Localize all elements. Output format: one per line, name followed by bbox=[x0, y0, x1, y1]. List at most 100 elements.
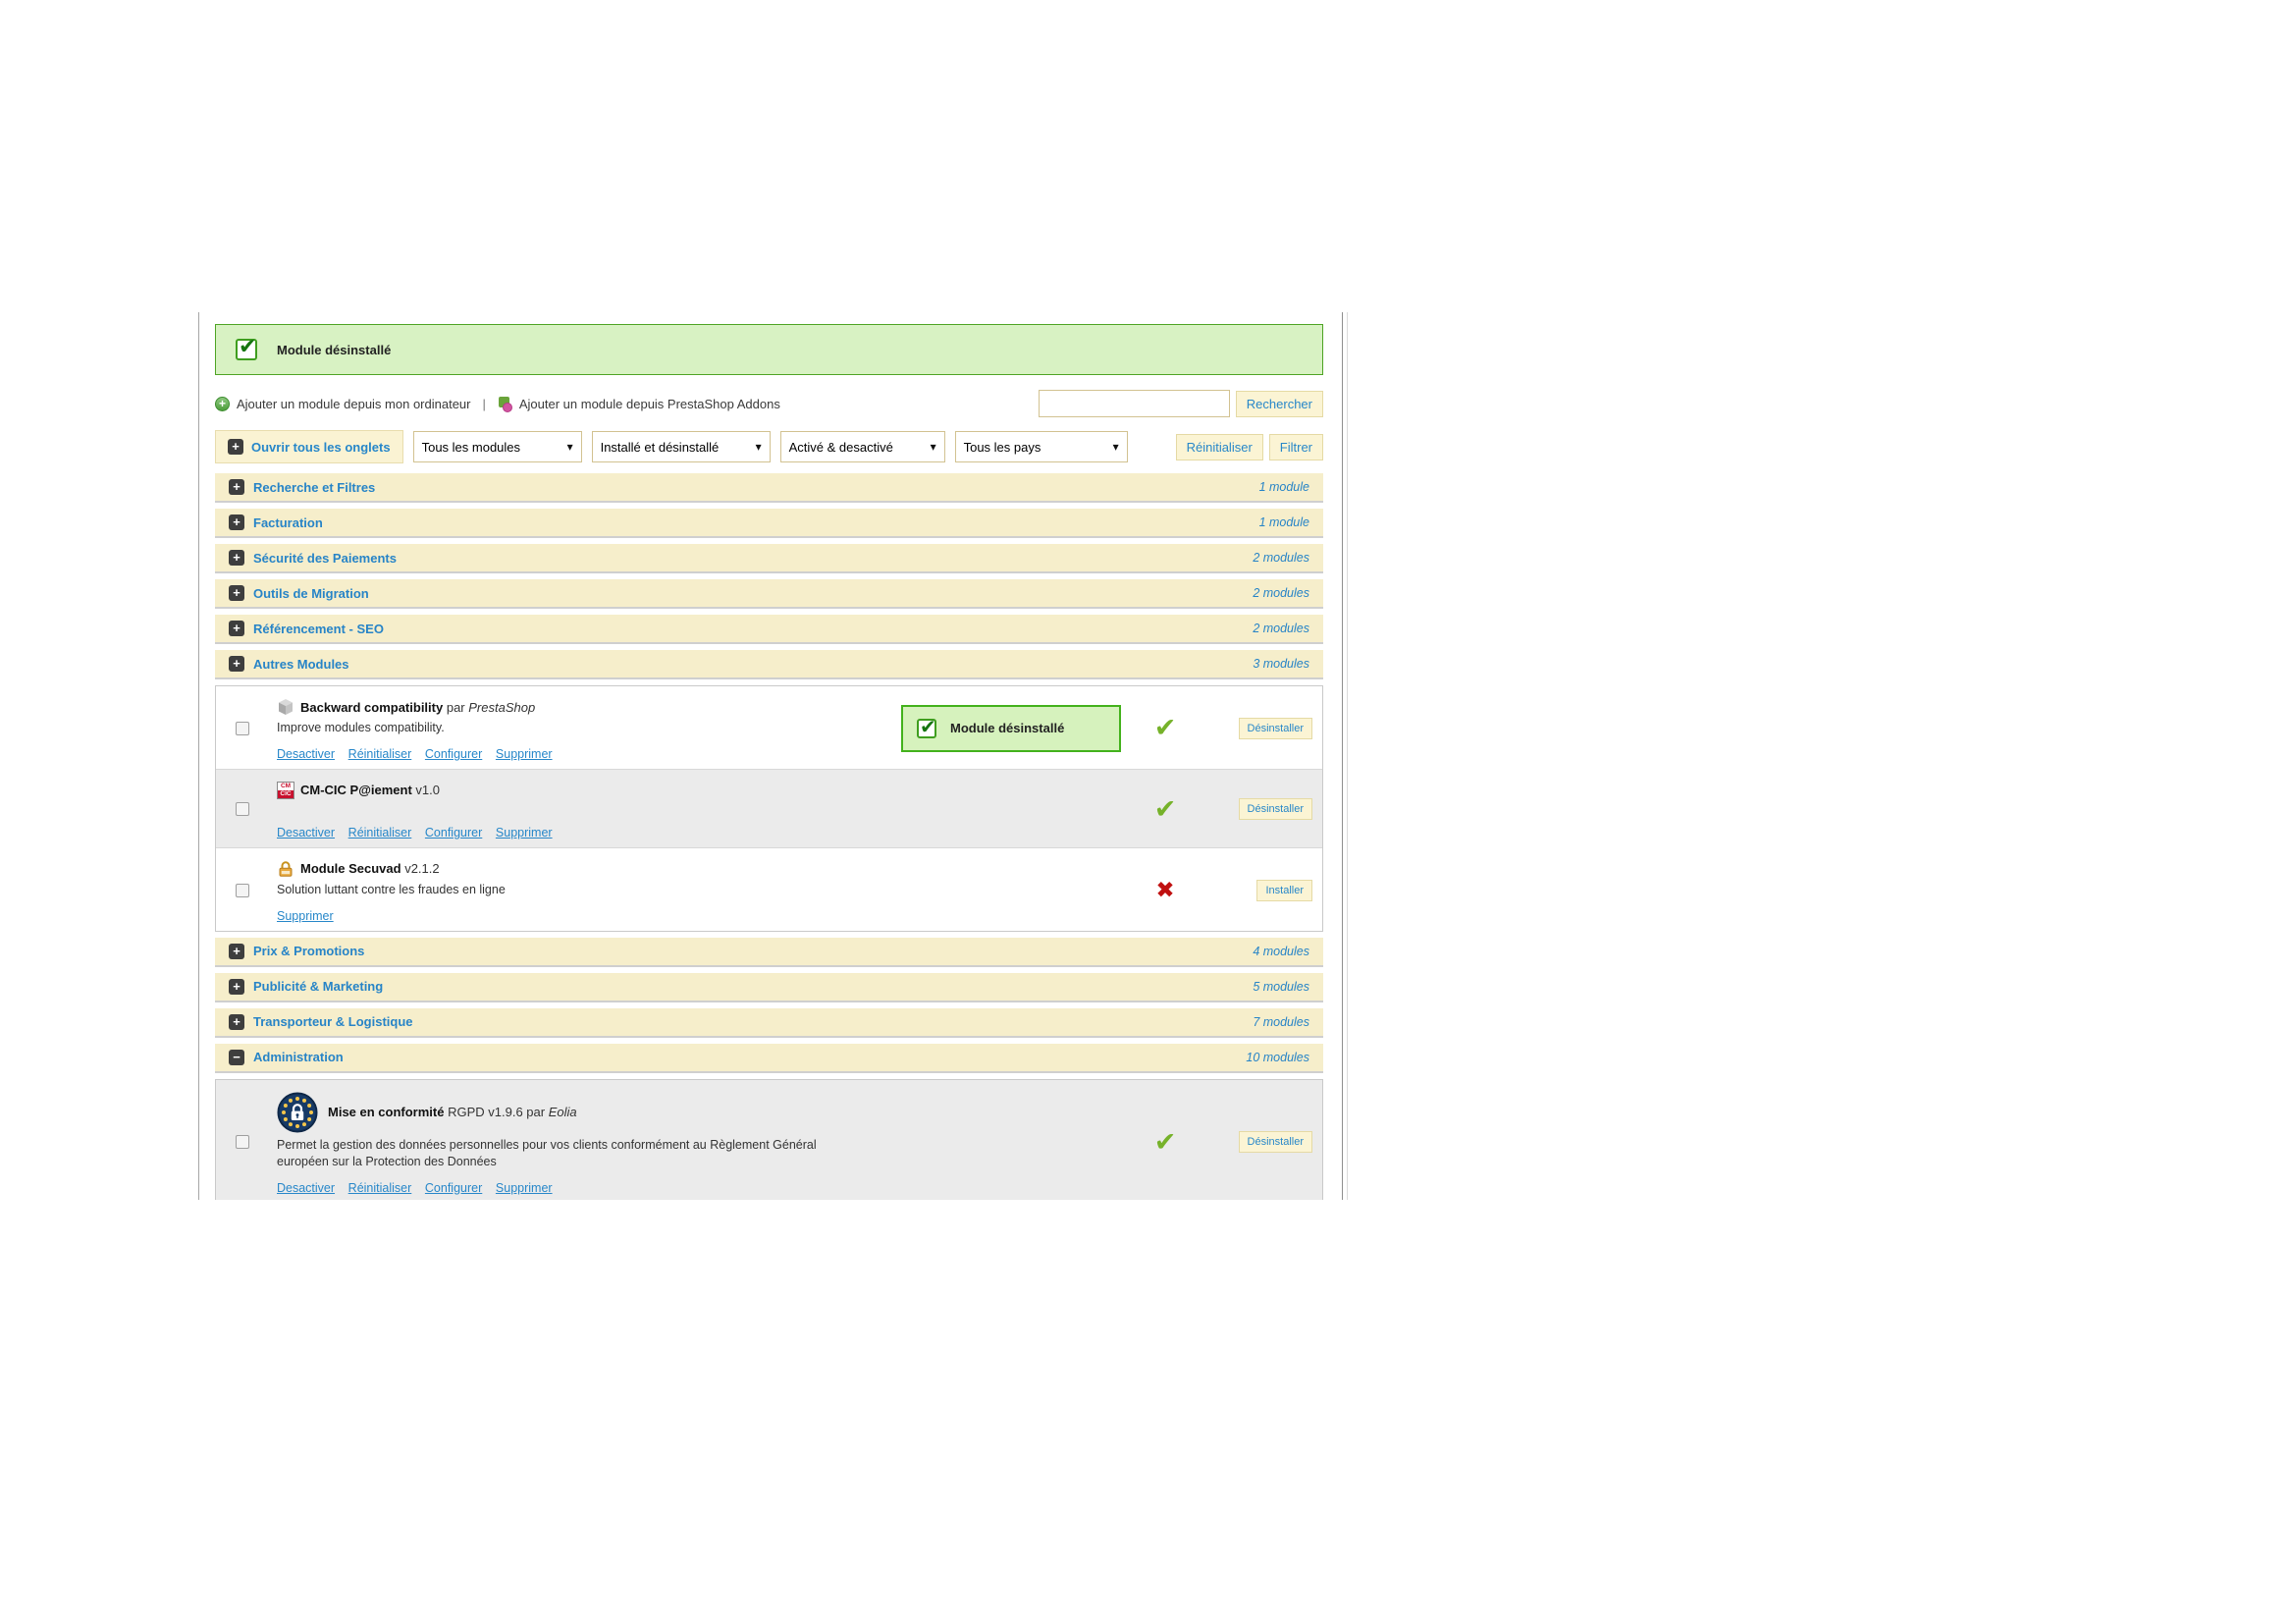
module-meta: par bbox=[446, 699, 465, 715]
collapse-icon[interactable] bbox=[229, 1049, 244, 1065]
configure-link[interactable]: Configurer bbox=[425, 1181, 482, 1195]
add-module-from-computer-link[interactable]: Ajouter un module depuis mon ordinateur bbox=[215, 396, 471, 411]
module-checkbox[interactable] bbox=[236, 1135, 249, 1150]
add-from-computer-label: Ajouter un module depuis mon ordinateur bbox=[237, 396, 471, 411]
padlock-icon bbox=[277, 860, 294, 878]
category-label[interactable]: Recherche et Filtres bbox=[253, 480, 375, 495]
module-group-administration: Mise en conformité RGPD v1.9.6 par Eolia… bbox=[215, 1078, 1323, 1200]
module-type-select[interactable]: Tous les modules bbox=[412, 431, 582, 462]
category-row-securite-des-paiements[interactable]: Sécurité des Paiements 2 modules bbox=[215, 544, 1323, 573]
reset-link[interactable]: Réinitialiser bbox=[348, 747, 412, 761]
module-description: Solution luttant contre les fraudes en l… bbox=[277, 882, 506, 896]
configure-link[interactable]: Configurer bbox=[425, 747, 482, 761]
uninstall-button[interactable]: Désinstaller bbox=[1238, 1131, 1312, 1154]
expand-icon[interactable] bbox=[229, 943, 244, 959]
category-label[interactable]: Transporteur & Logistique bbox=[253, 1014, 413, 1029]
module-uninstalled-alert: Module désinstallé bbox=[901, 704, 1121, 752]
separator: | bbox=[482, 396, 486, 411]
search-button[interactable]: Rechercher bbox=[1235, 390, 1323, 417]
expand-icon[interactable] bbox=[229, 1013, 244, 1030]
module-checkbox[interactable] bbox=[236, 721, 249, 735]
module-checkbox[interactable] bbox=[236, 802, 249, 817]
filter-button[interactable]: Filtrer bbox=[1268, 433, 1323, 460]
module-action-links: Desactiver Réinitialiser Configurer Supp… bbox=[277, 1170, 876, 1197]
reset-link[interactable]: Réinitialiser bbox=[348, 1181, 412, 1195]
expand-icon[interactable] bbox=[229, 479, 244, 495]
window-edge-line bbox=[1347, 312, 1348, 1200]
category-row-outils-de-migration[interactable]: Outils de Migration 2 modules bbox=[215, 579, 1323, 609]
module-name: Backward compatibility bbox=[300, 699, 444, 715]
open-all-tabs-button[interactable]: Ouvrir tous les onglets bbox=[215, 430, 403, 463]
category-label[interactable]: Outils de Migration bbox=[253, 586, 369, 601]
category-row-facturation[interactable]: Facturation 1 module bbox=[215, 509, 1323, 538]
install-button[interactable]: Installer bbox=[1256, 879, 1312, 901]
active-state-select[interactable]: Activé & desactivé bbox=[779, 431, 945, 462]
category-module-count: 1 module bbox=[1258, 480, 1309, 494]
expand-icon[interactable] bbox=[229, 621, 244, 636]
module-action-links: Supprimer bbox=[277, 898, 876, 925]
disable-link[interactable]: Desactiver bbox=[277, 747, 335, 761]
delete-link[interactable]: Supprimer bbox=[277, 909, 334, 923]
category-row-recherche-et-filtres[interactable]: Recherche et Filtres 1 module bbox=[215, 473, 1323, 503]
category-row-transporteur-logistique[interactable]: Transporteur & Logistique 7 modules bbox=[215, 1007, 1323, 1038]
category-label[interactable]: Facturation bbox=[253, 515, 323, 530]
category-module-count: 2 modules bbox=[1253, 586, 1309, 600]
delete-link[interactable]: Supprimer bbox=[496, 747, 553, 761]
delete-link[interactable]: Supprimer bbox=[496, 826, 553, 839]
module-version: v2.1.2 bbox=[404, 861, 440, 877]
add-module-from-addons-link[interactable]: Ajouter un module depuis PrestaShop Addo… bbox=[498, 396, 780, 412]
modules-admin-page: Module désinstallé Ajouter un module dep… bbox=[198, 312, 1343, 1200]
category-module-count: 2 modules bbox=[1253, 551, 1309, 565]
module-meta: RGPD v1.9.6 par bbox=[448, 1105, 546, 1120]
module-name: Mise en conformité bbox=[328, 1105, 445, 1120]
category-label[interactable]: Sécurité des Paiements bbox=[253, 551, 397, 566]
expand-icon[interactable] bbox=[229, 585, 244, 601]
uninstall-button[interactable]: Désinstaller bbox=[1238, 798, 1312, 821]
country-select[interactable]: Tous les pays bbox=[954, 431, 1128, 462]
uninstall-button[interactable]: Désinstaller bbox=[1238, 717, 1312, 739]
module-action-links: Desactiver Réinitialiser Configurer Supp… bbox=[277, 736, 868, 763]
category-row-administration[interactable]: Administration 10 modules bbox=[215, 1043, 1323, 1073]
checked-box-icon bbox=[917, 715, 936, 739]
module-name: Module Secuvad bbox=[300, 861, 401, 877]
disable-link[interactable]: Desactiver bbox=[277, 1181, 335, 1195]
open-all-tabs-label: Ouvrir tous les onglets bbox=[251, 439, 391, 455]
module-version: v1.0 bbox=[415, 783, 440, 798]
category-row-prix-promotions[interactable]: Prix & Promotions 4 modules bbox=[215, 937, 1323, 967]
module-group-autres-modules: Backward compatibility par PrestaShop Im… bbox=[215, 685, 1323, 932]
rgpd-eu-lock-icon bbox=[277, 1092, 318, 1133]
expand-icon[interactable] bbox=[229, 978, 244, 995]
category-label[interactable]: Administration bbox=[253, 1050, 344, 1064]
module-uninstalled-alert-text: Module désinstallé bbox=[950, 721, 1065, 736]
install-state-select[interactable]: Installé et désinstallé bbox=[591, 431, 771, 462]
configure-link[interactable]: Configurer bbox=[425, 826, 482, 839]
enabled-check-icon bbox=[1154, 1127, 1177, 1158]
delete-link[interactable]: Supprimer bbox=[496, 1181, 553, 1195]
success-alert: Module désinstallé bbox=[215, 324, 1323, 375]
category-row-autres-modules[interactable]: Autres Modules 3 modules bbox=[215, 650, 1323, 679]
module-search-input[interactable] bbox=[1038, 390, 1230, 417]
cmcic-logo-icon bbox=[277, 781, 294, 799]
category-module-count: 4 modules bbox=[1253, 944, 1309, 958]
expand-icon[interactable] bbox=[229, 550, 244, 566]
category-row-referencement-seo[interactable]: Référencement - SEO 2 modules bbox=[215, 615, 1323, 644]
expand-icon[interactable] bbox=[229, 514, 244, 530]
category-label[interactable]: Référencement - SEO bbox=[253, 622, 384, 636]
prestashop-addons-icon bbox=[498, 396, 512, 412]
category-label[interactable]: Publicité & Marketing bbox=[253, 979, 383, 994]
category-row-publicite-marketing[interactable]: Publicité & Marketing 5 modules bbox=[215, 972, 1323, 1002]
module-action-links: Desactiver Réinitialiser Configurer Supp… bbox=[277, 815, 876, 841]
category-module-count: 5 modules bbox=[1253, 979, 1309, 994]
expand-icon[interactable] bbox=[229, 656, 244, 672]
category-module-count: 1 module bbox=[1258, 515, 1309, 529]
module-row-secuvad: Module Secuvad v2.1.2 Solution luttant c… bbox=[216, 847, 1322, 931]
category-label[interactable]: Prix & Promotions bbox=[253, 944, 364, 958]
reset-link[interactable]: Réinitialiser bbox=[348, 826, 412, 839]
category-label[interactable]: Autres Modules bbox=[253, 657, 349, 672]
module-row-backward-compatibility: Backward compatibility par PrestaShop Im… bbox=[216, 686, 1322, 770]
filters-toolbar: Ouvrir tous les onglets Tous les modules… bbox=[215, 430, 1323, 463]
disable-link[interactable]: Desactiver bbox=[277, 826, 335, 839]
module-checkbox[interactable] bbox=[236, 883, 249, 897]
reset-button[interactable]: Réinitialiser bbox=[1175, 433, 1263, 460]
module-author: Eolia bbox=[548, 1105, 577, 1120]
